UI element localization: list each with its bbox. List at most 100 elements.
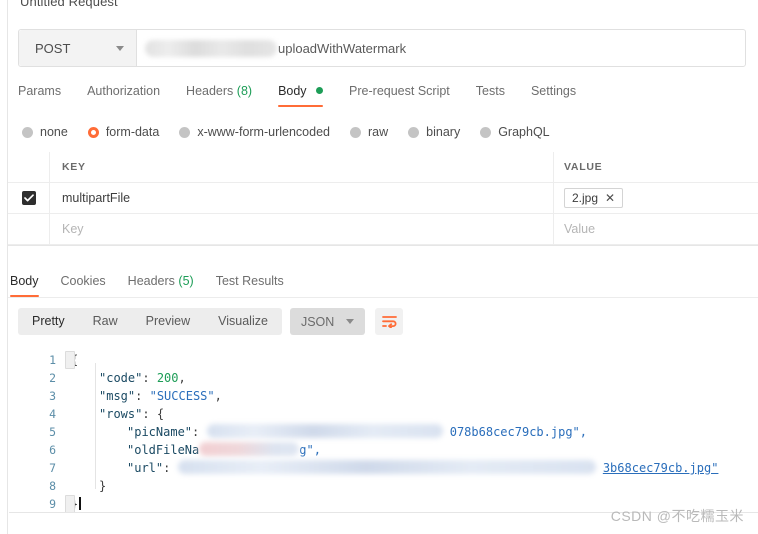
body-type-form-data[interactable]: form-data	[87, 125, 160, 139]
line-number-gutter: 1 2 3 4 5 6 7 8 9	[9, 345, 65, 512]
form-data-table: KEY VALUE multipartFile 2.jpg ✕ Key Valu…	[8, 151, 758, 245]
body-type-binary-label: binary	[426, 125, 461, 139]
file-remove-icon[interactable]: ✕	[605, 192, 615, 204]
tab-params-label: Params	[18, 84, 62, 98]
line-number: 5	[49, 425, 56, 439]
postman-request-window: Untitled Request POST uploadWithWatermar…	[0, 0, 758, 534]
json-key-rows: "rows"	[99, 407, 143, 421]
tab-settings[interactable]: Settings	[531, 82, 576, 107]
left-sidebar-rail	[0, 0, 8, 534]
table-new-row: Key Value	[8, 213, 758, 245]
response-format-label: JSON	[300, 314, 335, 329]
text-cursor	[79, 497, 82, 510]
body-type-urlencoded-label: x-www-form-urlencoded	[197, 125, 330, 139]
viewer-mode-group: Pretty Raw Preview Visualize	[18, 308, 282, 335]
redacted-oldfilename-value	[199, 442, 300, 456]
line-number: 7	[49, 461, 56, 475]
body-type-raw[interactable]: raw	[350, 125, 388, 139]
tab-params[interactable]: Params	[18, 82, 61, 107]
radio-icon	[179, 126, 191, 138]
body-type-none[interactable]: none	[22, 125, 68, 139]
request-tabs: Params Authorization Headers (8) Body Pr…	[18, 82, 746, 113]
json-value-url-link[interactable]: 3b68cec79cb.jpg"	[603, 461, 719, 475]
line-number: 4	[49, 407, 56, 421]
body-type-none-label: none	[40, 125, 68, 139]
line-number: 1	[49, 353, 56, 367]
response-body-viewer[interactable]: 1 2 3 4 5 6 7 8 9 { "code": 200, "msg": …	[9, 345, 758, 512]
fold-marker[interactable]	[65, 351, 75, 369]
json-key-oldfilename: "oldFileNa	[127, 443, 200, 457]
json-colon: :	[135, 389, 143, 403]
viewer-mode-pretty[interactable]: Pretty	[18, 308, 79, 335]
body-type-graphql[interactable]: GraphQL	[480, 125, 550, 139]
tab-pre-request-script-label: Pre-request Script	[349, 84, 450, 98]
http-method-label: POST	[35, 40, 71, 56]
response-tab-cookies-label: Cookies	[60, 274, 106, 288]
response-viewer-toolbar: Pretty Raw Preview Visualize JSON	[18, 308, 404, 335]
tab-headers-count: (8)	[236, 84, 253, 98]
radio-icon	[22, 126, 33, 138]
response-tab-headers-label: Headers	[127, 274, 175, 288]
fold-marker[interactable]	[65, 495, 75, 512]
new-row-checkbox-cell	[8, 213, 50, 245]
json-comma: ,	[214, 389, 222, 403]
code-line-4: "rows": {	[71, 405, 758, 423]
new-row-value-input[interactable]: Value	[554, 214, 758, 245]
http-method-select[interactable]: POST	[19, 30, 137, 66]
url-redacted-region	[145, 39, 277, 57]
json-comma: ,	[178, 371, 186, 385]
tab-authorization-label: Authorization	[87, 84, 161, 98]
row-key-cell[interactable]: multipartFile	[50, 182, 554, 214]
chevron-down-icon	[116, 45, 124, 51]
file-chip[interactable]: 2.jpg ✕	[564, 188, 624, 208]
body-type-form-data-label: form-data	[105, 125, 160, 139]
json-code-content[interactable]: { "code": 200, "msg": "SUCCESS", "rows":…	[65, 345, 758, 512]
tab-tests[interactable]: Tests	[476, 82, 505, 107]
viewer-mode-visualize[interactable]: Visualize	[204, 308, 282, 335]
line-number: 9	[49, 497, 56, 511]
response-tab-headers-count: (5)	[178, 274, 194, 288]
tab-headers[interactable]: Headers (8)	[186, 82, 252, 107]
body-type-binary[interactable]: binary	[408, 125, 460, 139]
response-tab-headers[interactable]: Headers (5)	[128, 272, 194, 297]
response-tab-test-results[interactable]: Test Results	[216, 272, 284, 297]
code-line-3: "msg": "SUCCESS",	[71, 387, 758, 405]
json-colon: :	[163, 461, 171, 475]
viewer-mode-raw[interactable]: Raw	[79, 308, 132, 335]
code-line-6: "oldFileNa g",	[71, 441, 758, 459]
tab-body[interactable]: Body	[278, 82, 324, 107]
row-value-cell[interactable]: 2.jpg ✕	[554, 183, 758, 214]
json-colon: :	[142, 407, 150, 421]
line-number: 2	[49, 371, 56, 385]
json-value-picname-tail: 078b68cec79cb.jpg",	[449, 425, 588, 439]
response-tabs-underline	[8, 297, 758, 298]
csdn-watermark: CSDN @不吃糯玉米	[610, 508, 744, 524]
json-key-msg: "msg"	[99, 389, 136, 403]
line-number: 3	[49, 389, 56, 403]
new-row-key-input[interactable]: Key	[50, 213, 554, 245]
response-tabs: Body Cookies Headers (5) Test Results	[10, 272, 306, 297]
header-key-cell: KEY	[50, 151, 554, 183]
request-title: Untitled Request	[20, 0, 118, 9]
json-value-msg: "SUCCESS"	[149, 389, 215, 403]
json-value-oldfilename-tail: g",	[299, 443, 321, 457]
response-tab-cookies[interactable]: Cookies	[61, 272, 106, 297]
radio-icon	[408, 126, 420, 138]
new-row-key-placeholder: Key	[62, 222, 84, 236]
header-value-cell: VALUE	[564, 161, 603, 173]
body-type-graphql-label: GraphQL	[498, 125, 550, 139]
checkbox-checked-icon[interactable]	[21, 191, 36, 205]
text-wrap-toggle[interactable]	[375, 308, 404, 335]
viewer-mode-preview[interactable]: Preview	[132, 308, 204, 335]
body-type-urlencoded[interactable]: x-www-form-urlencoded	[179, 125, 330, 139]
tab-pre-request-script[interactable]: Pre-request Script	[349, 82, 450, 107]
response-tab-body[interactable]: Body	[10, 272, 39, 297]
new-row-value-placeholder: Value	[564, 222, 596, 236]
tab-body-label: Body	[278, 84, 307, 98]
tab-authorization[interactable]: Authorization	[87, 82, 160, 107]
row-checkbox-cell[interactable]	[8, 182, 50, 214]
response-format-select[interactable]: JSON	[289, 308, 366, 335]
url-input[interactable]: uploadWithWatermark	[137, 30, 745, 66]
line-number: 6	[49, 443, 56, 457]
url-visible-text: uploadWithWatermark	[278, 40, 407, 56]
